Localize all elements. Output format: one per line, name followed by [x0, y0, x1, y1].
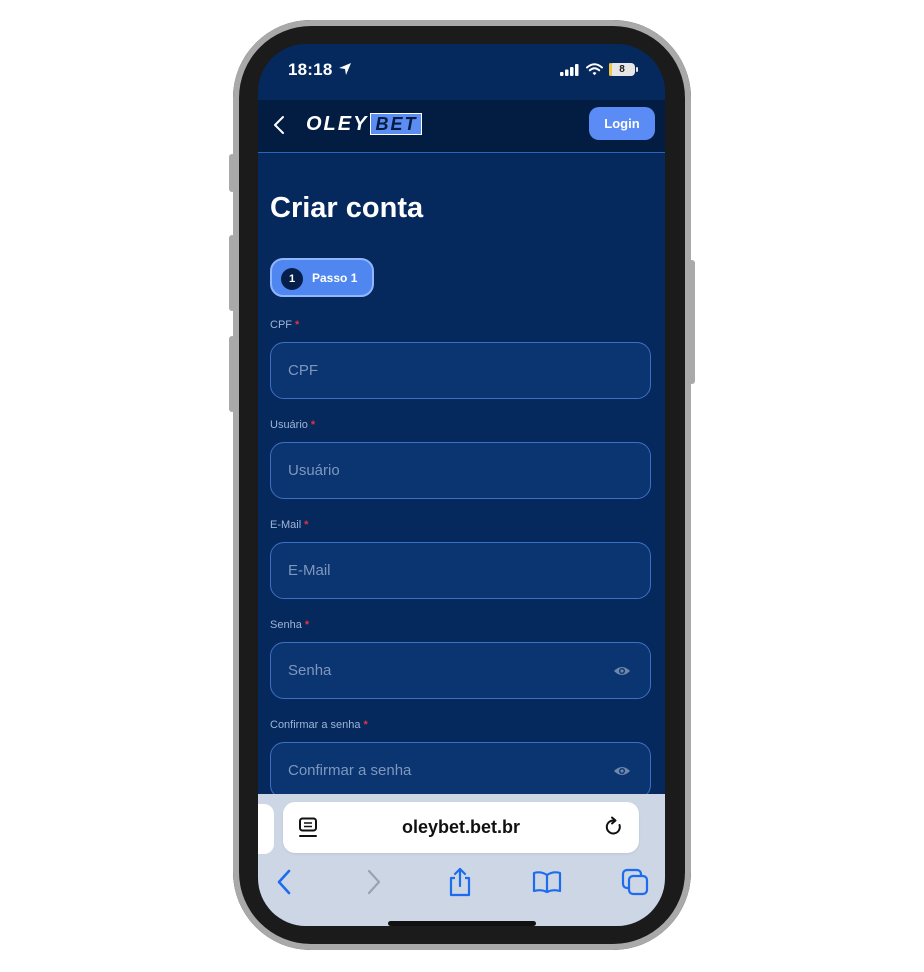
- email-input[interactable]: [271, 543, 650, 598]
- senha-input[interactable]: [271, 643, 650, 698]
- usuario-label: Usuário *: [270, 419, 315, 431]
- forward-icon: [367, 869, 381, 895]
- required-marker: *: [295, 319, 300, 331]
- usuario-field-box: [270, 442, 651, 499]
- battery-icon: 8: [609, 63, 635, 76]
- required-marker: *: [310, 419, 316, 431]
- logo-text-oley: OLEY: [306, 112, 369, 135]
- power-button: [689, 260, 695, 384]
- battery-level: 8: [619, 64, 625, 75]
- cpf-input[interactable]: [271, 343, 650, 398]
- oleybet-logo[interactable]: OLEY BET: [306, 112, 423, 136]
- cpf-label: CPF *: [270, 319, 299, 331]
- volume-down-button: [229, 336, 235, 412]
- back-arrow-icon[interactable]: [272, 114, 286, 136]
- confirmar-senha-input[interactable]: [271, 743, 650, 798]
- usuario-label-text: Usuário: [270, 419, 308, 431]
- step-label: Passo 1: [312, 271, 358, 285]
- confirmar-senha-field-box: [270, 742, 651, 799]
- bookmarks-icon: [532, 871, 562, 894]
- back-icon: [277, 869, 291, 895]
- browser-bottom-bar: oleybet.bet.br: [258, 794, 665, 926]
- browser-toolbar: [258, 860, 665, 904]
- senha-field-box: [270, 642, 651, 699]
- show-password-eye-icon[interactable]: [613, 764, 631, 778]
- required-marker: *: [363, 719, 368, 731]
- show-password-eye-icon[interactable]: [613, 664, 631, 678]
- status-time: 18:18: [288, 60, 333, 79]
- reload-icon[interactable]: [603, 816, 625, 838]
- logo-text-bet: BET: [370, 113, 423, 135]
- tabs-button[interactable]: [613, 860, 657, 904]
- usuario-input[interactable]: [271, 443, 650, 498]
- mute-switch: [229, 154, 235, 192]
- bookmarks-button[interactable]: [525, 860, 569, 904]
- confirmar-senha-label: Confirmar a senha *: [270, 719, 368, 731]
- browser-forward-button[interactable]: [352, 860, 396, 904]
- email-label: E-Mail *: [270, 519, 308, 531]
- share-button[interactable]: [438, 860, 482, 904]
- step-number: 1: [281, 268, 303, 290]
- cpf-label-text: CPF: [270, 319, 292, 331]
- app-header: OLEY BET Login: [258, 100, 665, 153]
- page-title: Criar conta: [270, 192, 424, 224]
- browser-back-button[interactable]: [262, 860, 306, 904]
- battery-tip: [636, 67, 638, 72]
- login-button[interactable]: Login: [589, 107, 655, 140]
- required-marker: *: [304, 519, 309, 531]
- tabs-icon: [621, 868, 649, 896]
- senha-label: Senha *: [270, 619, 309, 631]
- wifi-icon: [586, 63, 603, 76]
- url-text: oleybet.bet.br: [401, 817, 521, 837]
- location-arrow-icon: [339, 63, 351, 75]
- cpf-field-box: [270, 342, 651, 399]
- address-bar[interactable]: oleybet.bet.br: [283, 802, 639, 853]
- step-indicator[interactable]: 1 Passo 1: [270, 258, 374, 297]
- confirmar-senha-label-text: Confirmar a senha: [270, 719, 361, 731]
- required-marker: *: [304, 619, 310, 631]
- share-icon: [449, 867, 471, 897]
- email-field-box: [270, 542, 651, 599]
- status-bar: 18:18 8: [258, 44, 665, 100]
- senha-label-text: Senha: [270, 619, 302, 631]
- home-indicator[interactable]: [388, 921, 536, 926]
- phone-screen: 18:18 8 OLEY BET Login Criar conta 1 Pas…: [258, 44, 665, 926]
- email-label-text: E-Mail: [270, 519, 302, 531]
- previous-tab-edge[interactable]: [258, 804, 274, 854]
- volume-up-button: [229, 235, 235, 311]
- cellular-signal-icon: [560, 64, 579, 76]
